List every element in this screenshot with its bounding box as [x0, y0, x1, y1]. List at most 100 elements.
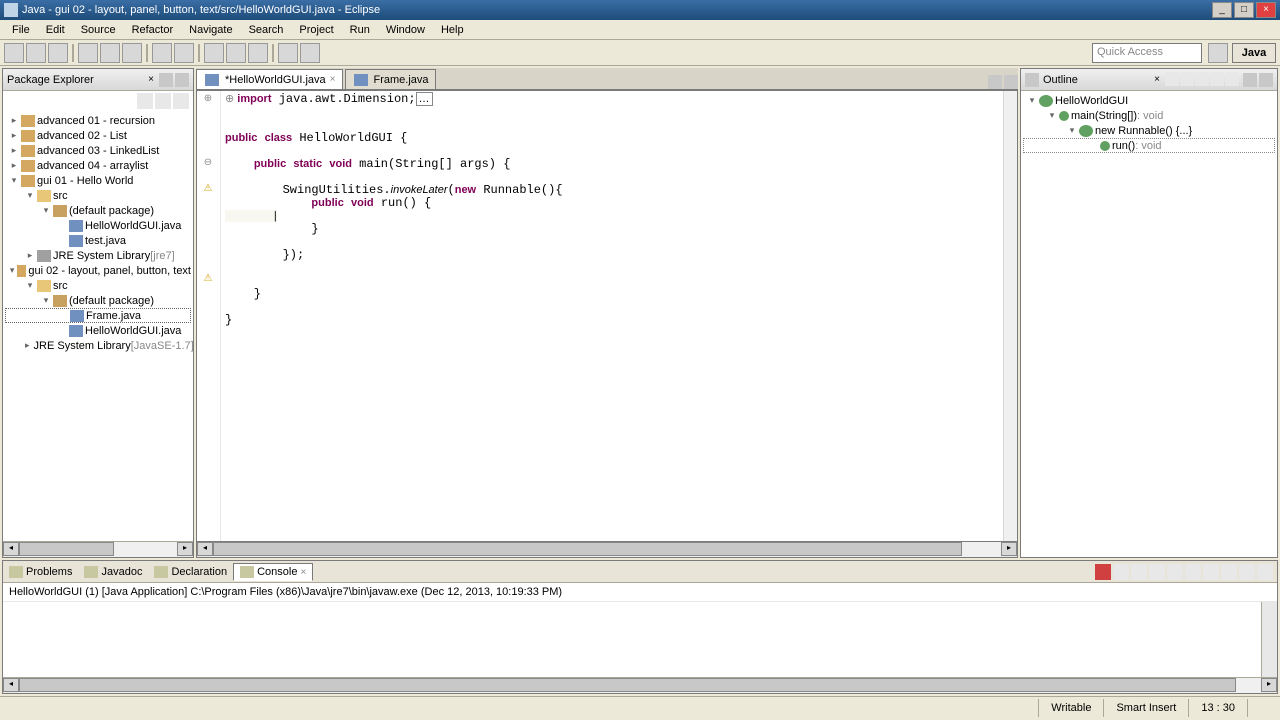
nav-back-button[interactable]: [278, 43, 298, 63]
hide-static-icon[interactable]: [1195, 72, 1209, 86]
console-vscroll[interactable]: [1261, 602, 1277, 677]
console-output[interactable]: [3, 602, 1261, 677]
minimize-view-icon[interactable]: [1239, 564, 1255, 580]
view-close-icon[interactable]: ×: [1151, 74, 1163, 86]
clear-console-button[interactable]: [1149, 564, 1165, 580]
project-node[interactable]: ▸advanced 03 - LinkedList: [5, 143, 191, 158]
minimize-view-icon[interactable]: [159, 73, 173, 87]
outline-class-node[interactable]: ▾HelloWorldGUI: [1023, 93, 1275, 108]
package-explorer-tree[interactable]: ▸advanced 01 - recursion ▸advanced 02 - …: [3, 111, 193, 541]
problems-tab[interactable]: Problems: [3, 564, 78, 580]
menu-run[interactable]: Run: [342, 22, 378, 38]
display-console-button[interactable]: [1203, 564, 1219, 580]
console-launch-info: HelloWorldGUI (1) [Java Application] C:\…: [3, 583, 1277, 602]
save-all-button[interactable]: [48, 43, 68, 63]
toggle-button[interactable]: [248, 43, 268, 63]
menu-help[interactable]: Help: [433, 22, 472, 38]
code-editor[interactable]: ⊕ ⊖ ⚠ ⚠ ⊕ import import java.awt.Dimensi…: [196, 90, 1018, 542]
tab-close-icon[interactable]: ×: [330, 74, 336, 85]
package-node[interactable]: ▾(default package): [5, 293, 191, 308]
search-button[interactable]: [226, 43, 246, 63]
maximize-view-icon[interactable]: [175, 73, 189, 87]
window-title: Java - gui 02 - layout, panel, button, t…: [22, 4, 1212, 16]
project-node[interactable]: ▾gui 02 - layout, panel, button, text: [5, 263, 191, 278]
java-file-node[interactable]: Frame.java: [5, 308, 191, 323]
terminate-button[interactable]: [1095, 564, 1111, 580]
project-node[interactable]: ▸advanced 01 - recursion: [5, 113, 191, 128]
menu-navigate[interactable]: Navigate: [181, 22, 240, 38]
src-folder-node[interactable]: ▾src: [5, 188, 191, 203]
link-editor-icon[interactable]: [155, 93, 171, 109]
menu-file[interactable]: File: [4, 22, 38, 38]
view-close-icon[interactable]: ×: [145, 74, 157, 86]
pin-console-button[interactable]: [1185, 564, 1201, 580]
project-node[interactable]: ▾gui 01 - Hello World: [5, 173, 191, 188]
code-text[interactable]: ⊕ import import java.awt.Dimension;java.…: [221, 91, 1003, 541]
close-button[interactable]: ×: [1256, 2, 1276, 18]
outline-method-node[interactable]: ▾main(String[]) : void: [1023, 108, 1275, 123]
jre-library-node[interactable]: ▸JRE System Library [JavaSE-1.7]: [5, 338, 191, 353]
console-tab[interactable]: Console×: [233, 563, 313, 581]
run-last-button[interactable]: [122, 43, 142, 63]
remove-all-button[interactable]: [1131, 564, 1147, 580]
javadoc-tab[interactable]: Javadoc: [78, 564, 148, 580]
save-button[interactable]: [26, 43, 46, 63]
minimize-button[interactable]: _: [1212, 2, 1232, 18]
bottom-panel: Problems Javadoc Declaration Console× He…: [2, 560, 1278, 694]
outline-tree[interactable]: ▾HelloWorldGUI ▾main(String[]) : void ▾n…: [1021, 91, 1277, 557]
java-file-node[interactable]: HelloWorldGUI.java: [5, 323, 191, 338]
horizontal-scrollbar[interactable]: ◂ ▸: [3, 541, 193, 557]
java-perspective-button[interactable]: Java: [1232, 43, 1276, 63]
menu-edit[interactable]: Edit: [38, 22, 73, 38]
menu-search[interactable]: Search: [241, 22, 292, 38]
remove-launch-button[interactable]: [1113, 564, 1129, 580]
java-file-node[interactable]: test.java: [5, 233, 191, 248]
tab-label: *HelloWorldGUI.java: [225, 74, 326, 86]
project-node[interactable]: ▸advanced 04 - arraylist: [5, 158, 191, 173]
quick-access-field[interactable]: Quick Access: [1092, 43, 1202, 63]
hide-nonpublic-icon[interactable]: [1210, 72, 1224, 86]
minimize-view-icon[interactable]: [1243, 73, 1257, 87]
view-menu-icon[interactable]: [173, 93, 189, 109]
menu-window[interactable]: Window: [378, 22, 433, 38]
new-package-button[interactable]: [152, 43, 172, 63]
scroll-lock-button[interactable]: [1167, 564, 1183, 580]
hide-local-icon[interactable]: [1225, 72, 1239, 86]
open-perspective-button[interactable]: [1208, 43, 1228, 63]
java-file-node[interactable]: HelloWorldGUI.java: [5, 218, 191, 233]
new-class-button[interactable]: [174, 43, 194, 63]
menu-source[interactable]: Source: [73, 22, 124, 38]
nav-fwd-button[interactable]: [300, 43, 320, 63]
outline-title: Outline: [1043, 74, 1149, 86]
menu-refactor[interactable]: Refactor: [124, 22, 182, 38]
maximize-button[interactable]: □: [1234, 2, 1254, 18]
editor-tab-inactive[interactable]: Frame.java: [345, 69, 436, 89]
editor-gutter[interactable]: ⊕ ⊖ ⚠ ⚠: [197, 91, 221, 541]
open-type-button[interactable]: [204, 43, 224, 63]
new-button[interactable]: [4, 43, 24, 63]
maximize-view-icon[interactable]: [1257, 564, 1273, 580]
package-node[interactable]: ▾(default package): [5, 203, 191, 218]
console-hscroll[interactable]: ◂ ▸: [3, 677, 1277, 693]
overview-ruler[interactable]: [1003, 91, 1017, 541]
editor-tab-active[interactable]: *HelloWorldGUI.java ×: [196, 69, 343, 89]
debug-button[interactable]: [78, 43, 98, 63]
outline-run-node[interactable]: run() : void: [1023, 138, 1275, 153]
hide-fields-icon[interactable]: [1180, 72, 1194, 86]
menu-project[interactable]: Project: [291, 22, 341, 38]
open-console-button[interactable]: [1221, 564, 1237, 580]
outline-anon-node[interactable]: ▾new Runnable() {...}: [1023, 123, 1275, 138]
sort-icon[interactable]: [1165, 72, 1179, 86]
project-node[interactable]: ▸advanced 02 - List: [5, 128, 191, 143]
editor-scrollbar[interactable]: ◂ ▸: [196, 542, 1018, 558]
collapse-all-icon[interactable]: [137, 93, 153, 109]
maximize-editor-icon[interactable]: [1004, 75, 1018, 89]
declaration-tab[interactable]: Declaration: [148, 564, 233, 580]
src-folder-node[interactable]: ▾src: [5, 278, 191, 293]
app-icon: [4, 3, 18, 17]
run-button[interactable]: [100, 43, 120, 63]
tab-close-icon[interactable]: ×: [300, 567, 306, 578]
minimize-editor-icon[interactable]: [988, 75, 1002, 89]
maximize-view-icon[interactable]: [1259, 73, 1273, 87]
jre-library-node[interactable]: ▸JRE System Library [jre7]: [5, 248, 191, 263]
